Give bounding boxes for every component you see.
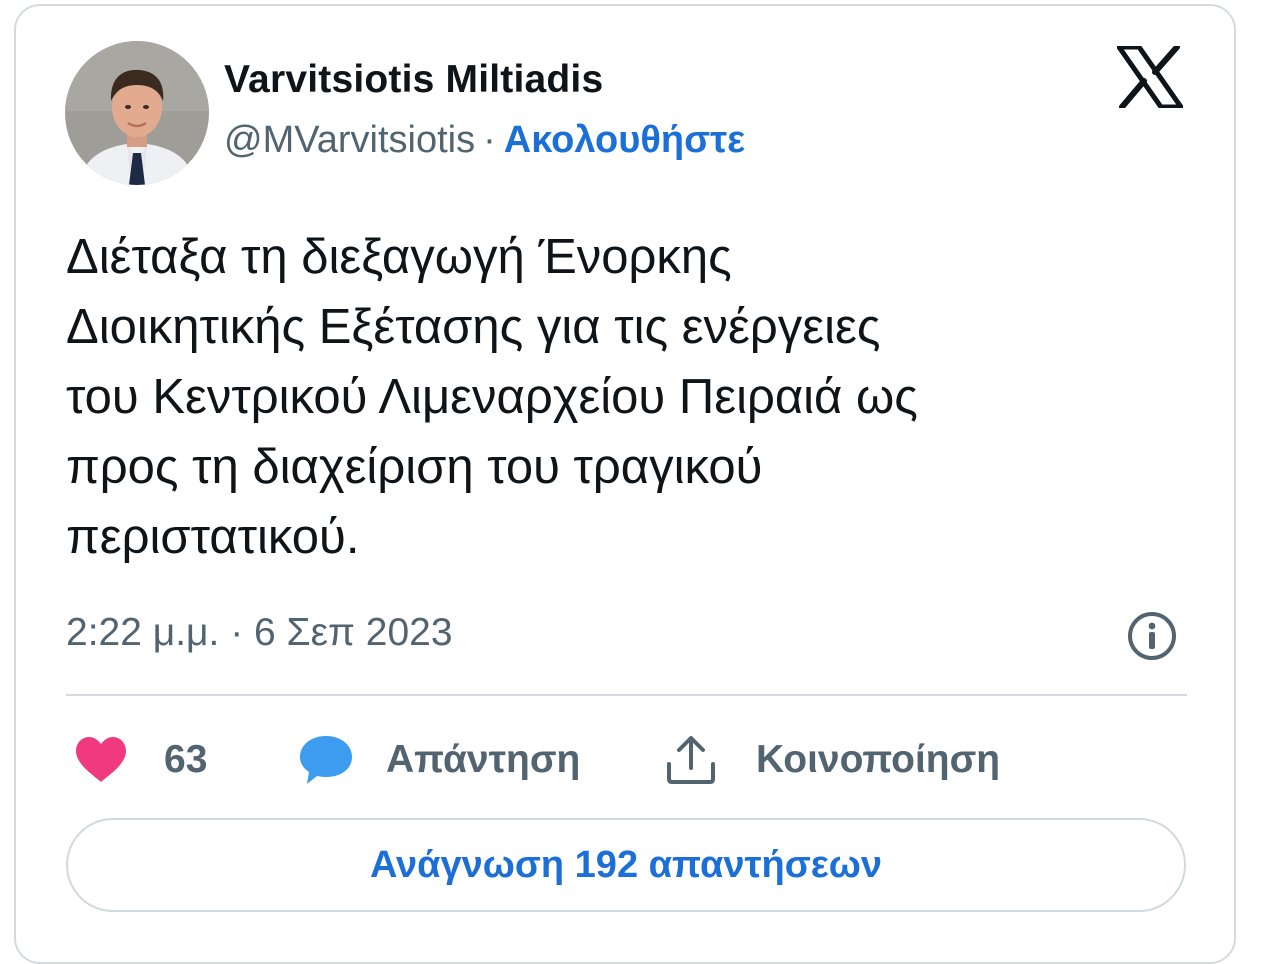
heart-icon	[76, 737, 126, 782]
tweet-text: Διέταξα τη διεξαγωγή Ένορκης Διοικητικής…	[66, 230, 918, 564]
x-logo-icon[interactable]	[1116, 44, 1184, 110]
divider	[66, 694, 1187, 696]
reply-button[interactable]: Απάντηση	[298, 730, 580, 790]
author-name[interactable]: Varvitsiotis Miltiadis	[224, 58, 603, 102]
reply-bubble-icon	[300, 736, 352, 784]
share-icon	[667, 736, 715, 784]
avatar[interactable]	[65, 41, 209, 185]
share-label: Κοινοποίηση	[756, 738, 1001, 781]
like-button[interactable]: 63	[74, 730, 207, 790]
tweet-timestamp[interactable]: 2:22 μ.μ. · 6 Σεπ 2023	[66, 611, 453, 655]
share-button[interactable]: Κοινοποίηση	[664, 730, 1000, 790]
reply-label: Απάντηση	[386, 738, 581, 781]
like-count: 63	[164, 738, 208, 781]
info-icon[interactable]	[1126, 610, 1178, 662]
read-replies-button[interactable]: Ανάγνωση 192 απαντήσεων	[66, 818, 1186, 912]
separator-dot: ·	[483, 119, 496, 161]
avatar-photo	[65, 41, 209, 185]
author-handle[interactable]: @MVarvitsiotis	[224, 119, 475, 161]
handle-row: @MVarvitsiotis · Ακολουθήστε	[224, 119, 745, 162]
follow-button[interactable]: Ακολουθήστε	[504, 119, 745, 161]
